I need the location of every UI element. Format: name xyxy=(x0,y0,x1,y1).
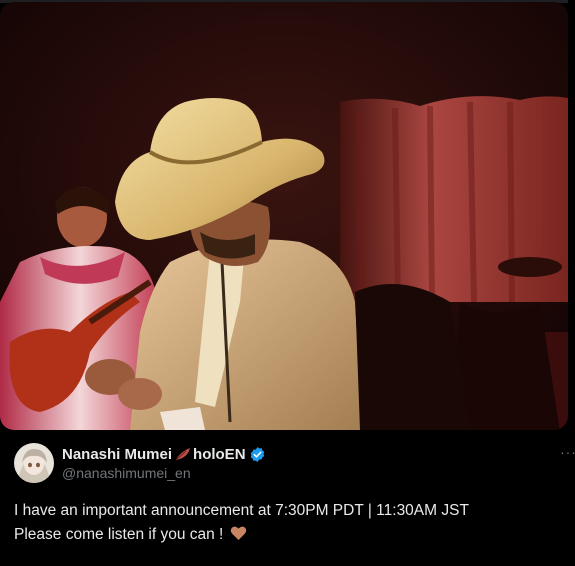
author-handle[interactable]: @nanashimumei_en xyxy=(62,465,191,481)
heart-emoji-icon xyxy=(230,525,247,541)
right-edge xyxy=(568,0,575,566)
tweet-text: I have an important announcement at 7:30… xyxy=(14,499,554,547)
author-name-row[interactable]: Nanashi Mumei holoEN xyxy=(62,445,266,463)
feather-icon xyxy=(174,446,192,462)
avatar[interactable] xyxy=(14,443,54,483)
avatar-image xyxy=(14,443,54,483)
tweet-video-media[interactable] xyxy=(0,2,568,430)
display-name[interactable]: Nanashi Mumei xyxy=(62,446,172,463)
tweet-text-line-1: I have an important announcement at 7:30… xyxy=(14,502,469,519)
more-options-icon[interactable]: ··· xyxy=(560,444,575,460)
video-frame-image xyxy=(0,2,568,430)
verified-badge-icon xyxy=(249,446,266,463)
tweet-text-line-2-text: Please come listen if you can ! xyxy=(14,526,224,543)
name-suffix[interactable]: holoEN xyxy=(193,446,246,463)
tweet-text-line-2: Please come listen if you can ! xyxy=(14,523,554,547)
